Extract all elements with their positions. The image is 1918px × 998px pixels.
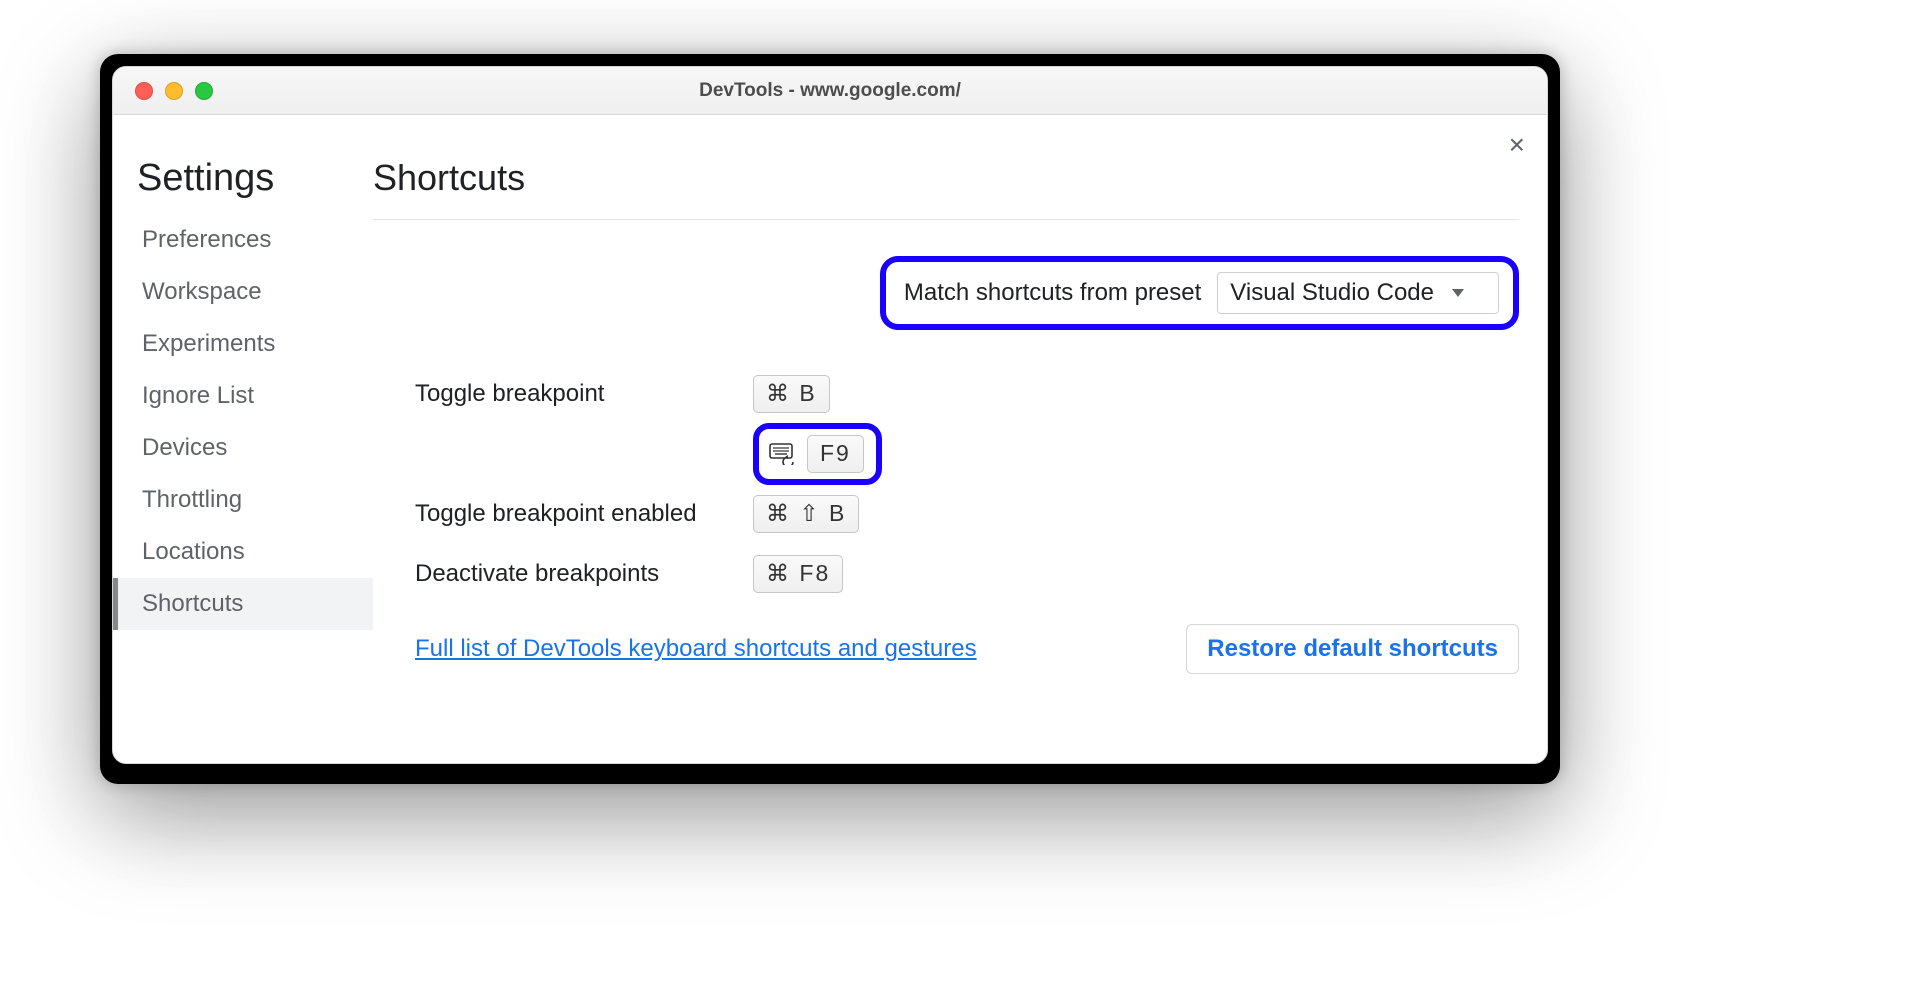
sidebar-item-label: Ignore List <box>142 382 254 409</box>
sidebar-item-label: Shortcuts <box>142 590 243 617</box>
sidebar-item-label: Locations <box>142 538 245 565</box>
sidebar-item-label: Throttling <box>142 486 242 513</box>
keycap[interactable]: F9 <box>807 435 864 473</box>
shortcut-row: Toggle breakpoint ⌘ B <box>373 364 1093 424</box>
settings-sidebar: Settings Preferences Workspace Experimen… <box>113 115 373 763</box>
shortcut-row: Deactivate breakpoints ⌘ F8 <box>373 544 1093 604</box>
shortcut-row: F9 <box>373 424 1093 484</box>
sidebar-item-label: Experiments <box>142 330 275 357</box>
panel-title: Shortcuts <box>373 157 1519 219</box>
keyboard-reset-icon[interactable] <box>769 443 797 465</box>
window-title: DevTools - www.google.com/ <box>113 80 1547 102</box>
shortcut-row: Toggle breakpoint enabled ⌘ ⇧ B <box>373 484 1093 544</box>
sidebar-item-throttling[interactable]: Throttling <box>113 474 373 526</box>
restore-defaults-button[interactable]: Restore default shortcuts <box>1186 624 1519 674</box>
sidebar-item-label: Preferences <box>142 226 271 253</box>
keycap[interactable]: ⌘ B <box>753 375 830 413</box>
sidebar-item-devices[interactable]: Devices <box>113 422 373 474</box>
sidebar-item-label: Workspace <box>142 278 262 305</box>
sidebar-item-workspace[interactable]: Workspace <box>113 266 373 318</box>
sidebar-item-experiments[interactable]: Experiments <box>113 318 373 370</box>
shortcut-label: Deactivate breakpoints <box>373 560 753 588</box>
sidebar-item-preferences[interactable]: Preferences <box>113 214 373 266</box>
shortcut-label: Toggle breakpoint enabled <box>373 500 753 528</box>
settings-panel: Shortcuts Match shortcuts from preset Vi… <box>373 115 1547 763</box>
sidebar-item-shortcuts[interactable]: Shortcuts <box>113 578 373 630</box>
sidebar-title: Settings <box>113 157 373 214</box>
preset-label: Match shortcuts from preset <box>904 279 1201 307</box>
sidebar-item-label: Devices <box>142 434 227 461</box>
chevron-down-icon <box>1452 289 1464 297</box>
preset-highlight: Match shortcuts from preset Visual Studi… <box>880 256 1519 330</box>
shortcuts-doc-link[interactable]: Full list of DevTools keyboard shortcuts… <box>415 635 977 663</box>
settings-window: DevTools - www.google.com/ × Settings Pr… <box>112 66 1548 764</box>
sidebar-item-ignore-list[interactable]: Ignore List <box>113 370 373 422</box>
titlebar: DevTools - www.google.com/ <box>113 67 1547 115</box>
sidebar-item-locations[interactable]: Locations <box>113 526 373 578</box>
shortcut-list: Toggle breakpoint ⌘ B F9 <box>373 342 1093 604</box>
keycap[interactable]: ⌘ ⇧ B <box>753 495 859 533</box>
keycap[interactable]: ⌘ F8 <box>753 555 843 593</box>
shortcut-highlight: F9 <box>753 423 882 485</box>
preset-select-value: Visual Studio Code <box>1230 279 1434 307</box>
shortcut-label: Toggle breakpoint <box>373 380 753 408</box>
preset-select[interactable]: Visual Studio Code <box>1217 272 1499 314</box>
